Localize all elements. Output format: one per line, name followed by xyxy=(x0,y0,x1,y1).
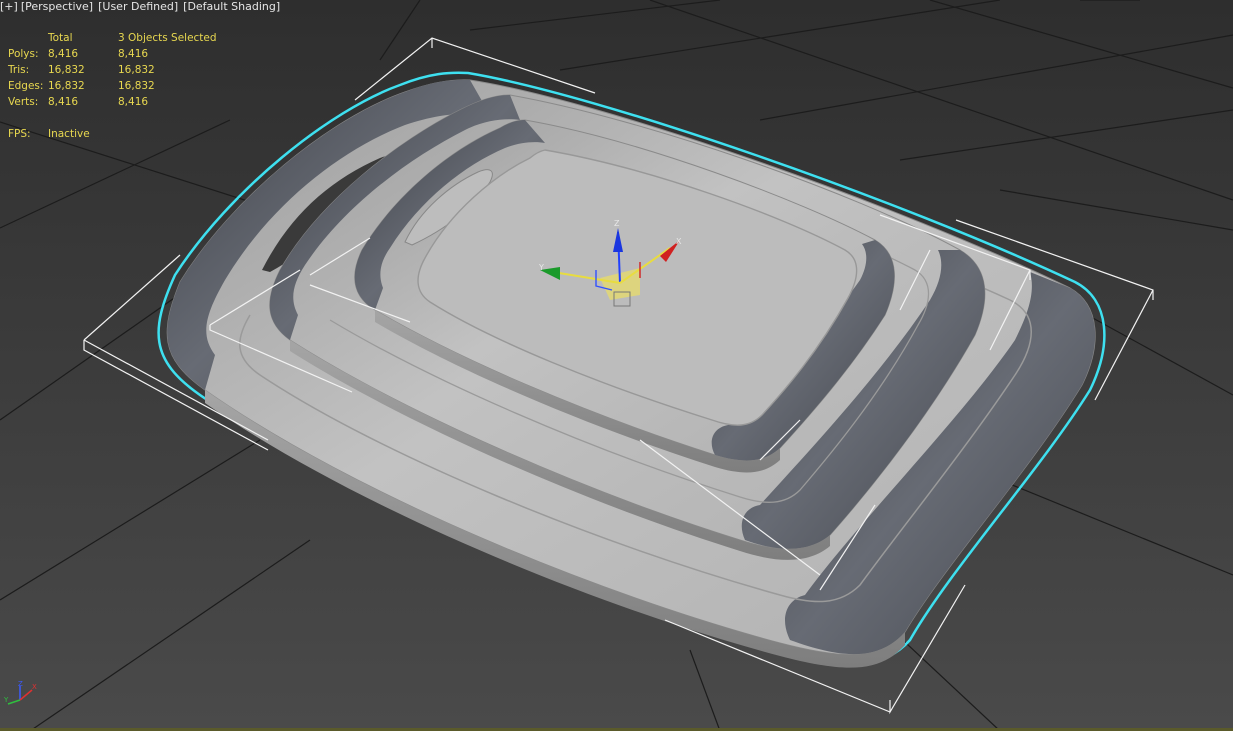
stats-total-value: 8,416 xyxy=(48,48,79,60)
stats-total-value: 8,416 xyxy=(48,96,79,108)
viewport-menu-view[interactable]: [Perspective] xyxy=(21,0,93,14)
gizmo-x-label: X xyxy=(676,237,682,246)
gizmo-y-label: Y xyxy=(538,263,544,272)
viewport-menu-plus[interactable]: [+] xyxy=(0,0,18,14)
viewport-menu-user-defined[interactable]: [User Defined] xyxy=(98,0,178,14)
stats-total-header: Total xyxy=(48,32,73,44)
stats-selected-value: 16,832 xyxy=(118,80,155,92)
viewport-label-menu: [+] [Perspective] [User Defined] [Defaul… xyxy=(0,0,285,14)
stats-selected-value: 8,416 xyxy=(118,48,149,60)
perspective-viewport[interactable]: Z Y X [+] [Perspective] [User Defined] [… xyxy=(0,0,1233,731)
viewport-scene[interactable]: Z Y X xyxy=(0,0,1233,731)
fps-value: Inactive xyxy=(48,128,90,140)
stats-selected-value: 16,832 xyxy=(118,64,155,76)
axis-x-label: X xyxy=(32,683,37,691)
gizmo-z-label: Z xyxy=(614,219,620,228)
axis-z-label: Z xyxy=(18,680,23,688)
viewport-menu-shading[interactable]: [Default Shading] xyxy=(183,0,280,14)
stats-selected-header: 3 Objects Selected xyxy=(118,32,217,44)
stats-label: Verts: xyxy=(8,96,39,108)
stats-total-value: 16,832 xyxy=(48,64,85,76)
stats-label: Edges: xyxy=(8,80,44,92)
axis-y-label: Y xyxy=(4,696,9,704)
stats-label: Polys: xyxy=(8,48,39,60)
stats-selected-value: 8,416 xyxy=(118,96,149,108)
fps-label: FPS: xyxy=(8,128,31,140)
stats-total-value: 16,832 xyxy=(48,80,85,92)
stats-label: Tris: xyxy=(8,64,30,76)
world-axis-icon: Z Y X xyxy=(4,680,37,705)
